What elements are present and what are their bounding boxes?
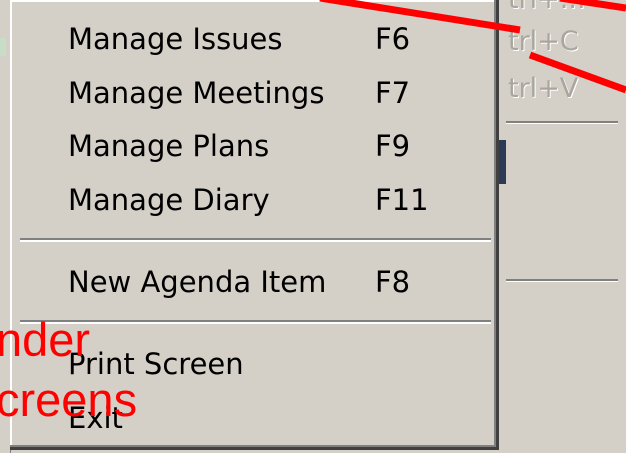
menu-item-label: Manage Diary [68, 183, 270, 217]
menu-item-label: Manage Meetings [68, 76, 325, 110]
menu-item-manage-diary[interactable]: Manage Diary F11 [10, 174, 496, 226]
menu-item-shortcut: F6 [375, 22, 411, 56]
menu-item-manage-meetings[interactable]: Manage Meetings F7 [10, 67, 496, 119]
menu-separator [20, 320, 491, 324]
menu-item-shortcut: F8 [375, 265, 411, 299]
menu-item-shortcut: F11 [375, 183, 429, 217]
menu-item-label: New Agenda Item [68, 265, 327, 299]
red-annotation-text: creens [0, 373, 138, 426]
background-shortcut-paste: trl+V [508, 73, 579, 104]
menu-item-manage-issues[interactable]: Manage Issues F6 [10, 13, 496, 65]
background-shortcut-copy: trl+C [508, 26, 579, 57]
menu-item-shortcut: F9 [375, 129, 411, 163]
background-separator [506, 121, 618, 124]
menu-item-label: Manage Plans [68, 129, 270, 163]
menu-item-new-agenda-item[interactable]: New Agenda Item F8 [10, 256, 496, 308]
menu-item-shortcut: F7 [375, 76, 411, 110]
red-annotation-text: nder [0, 313, 91, 366]
menu-separator [20, 238, 491, 242]
background-left-accent [0, 38, 6, 56]
screenshot-stage: trl+... trl+C trl+V Manage Issues F6 Man… [0, 0, 626, 453]
background-shortcut-top: trl+... [508, 0, 586, 15]
background-separator [506, 279, 618, 282]
menu-item-label: Manage Issues [68, 22, 283, 56]
menu-item-manage-plans[interactable]: Manage Plans F9 [10, 120, 496, 172]
